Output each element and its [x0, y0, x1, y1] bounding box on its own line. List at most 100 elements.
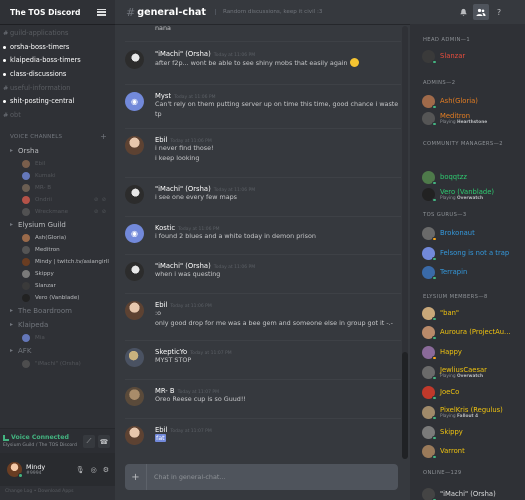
member-item[interactable]: Auroura (ProjectAu...: [422, 324, 522, 340]
avatar: [422, 385, 437, 400]
channel-6[interactable]: # obt: [0, 108, 115, 122]
scrollbar-thumb[interactable]: [402, 352, 408, 459]
channel-3[interactable]: class-discussions: [0, 67, 115, 81]
message-author[interactable]: "iMachi" (Orsha): [155, 185, 211, 193]
member-item[interactable]: boqqtzz: [422, 169, 522, 185]
voice-user[interactable]: Meditron: [0, 244, 115, 256]
voice-user[interactable]: Mia: [0, 332, 115, 344]
voice-user-name: Ash(Gloria): [35, 234, 67, 241]
avatar[interactable]: [125, 262, 144, 281]
voice-user[interactable]: Skippy: [0, 268, 115, 280]
voice-channel-4[interactable]: ▸ AFK: [0, 344, 115, 358]
disconnect-icon[interactable]: ☎: [98, 435, 110, 448]
message-author[interactable]: SkepticYo: [155, 348, 187, 356]
avatar[interactable]: [125, 348, 144, 367]
message-author[interactable]: Ebil: [155, 426, 167, 434]
plus-icon[interactable]: +: [100, 132, 107, 141]
channel-5[interactable]: shit-posting-central: [0, 94, 115, 108]
microphone-icon[interactable]: 🎙: [76, 466, 85, 474]
voice-user[interactable]: Ash(Gloria): [0, 232, 115, 244]
hamburger-menu-icon[interactable]: [97, 8, 106, 16]
voice-user[interactable]: Mindy | twitch.tv/asiangirll: [0, 256, 115, 268]
member-item[interactable]: Happy: [422, 344, 522, 360]
member-item[interactable]: PixelKris (Regulus) Playing Fallout 4: [422, 404, 522, 420]
status-icon: [432, 236, 437, 241]
voice-user[interactable]: Ondrii ⊘ ⊘: [0, 194, 115, 206]
avatar[interactable]: ◉: [125, 92, 144, 111]
message-header: "iMachi" (Orsha) Today at 11:06 PM: [155, 185, 405, 193]
help-icon[interactable]: ?: [491, 4, 507, 20]
voice-channels-category[interactable]: VOICE CHANNELS +: [0, 130, 115, 144]
member-text: Vero (Vanblade) Playing Overwatch: [440, 188, 494, 201]
message-body: nana: [155, 24, 405, 34]
hash-icon: #: [3, 28, 9, 37]
voice-channel-3[interactable]: ▸ Klaipeda: [0, 318, 115, 332]
bell-icon[interactable]: [455, 4, 471, 20]
message-header: "iMachi" (Orsha) Today at 11:06 PM: [155, 262, 405, 270]
avatar[interactable]: [125, 185, 144, 204]
avatar[interactable]: [125, 136, 144, 155]
message-text: i found 2 blues and a white today in dem…: [155, 232, 405, 242]
voice-channel-1[interactable]: ▸ Elysium Guild: [0, 218, 115, 232]
voice-user[interactable]: Wreckmane ⊘ ⊘: [0, 206, 115, 218]
channel-0[interactable]: # guild-applications: [0, 26, 115, 40]
member-item[interactable]: JoeCo: [422, 384, 522, 400]
voice-user[interactable]: "iMachi" (Orsha): [0, 358, 115, 370]
avatar[interactable]: [7, 462, 23, 478]
members-icon[interactable]: [473, 4, 489, 20]
message-line: i never find those!: [155, 144, 214, 152]
message-author[interactable]: MR- B: [155, 387, 175, 395]
footer-links[interactable]: Change Log • Download Apps: [5, 489, 74, 494]
channel-2[interactable]: klaipedia-boss-timers: [0, 53, 115, 67]
member-name: Ash(Gloria): [440, 97, 478, 105]
message-text: i never find those!: [155, 144, 405, 154]
member-item[interactable]: Skippy: [422, 424, 522, 440]
member-item[interactable]: Ash(Gloria): [422, 93, 522, 109]
member-item[interactable]: Felsong is not a trap: [422, 245, 522, 261]
message-divider: [125, 379, 401, 380]
upload-plus-icon[interactable]: +: [125, 464, 147, 490]
avatar: [422, 49, 437, 64]
member-name: "iMachi" (Orsha): [440, 490, 496, 498]
member-item[interactable]: JewliusCaesar Playing Overwatch: [422, 364, 522, 380]
channel-1[interactable]: orsha-boss-timers: [0, 40, 115, 54]
message-author[interactable]: Ebil: [155, 301, 167, 309]
member-item[interactable]: Brokonaut: [422, 225, 522, 241]
member-item[interactable]: Terrapin: [422, 264, 522, 280]
headphones-icon[interactable]: ◎: [91, 466, 97, 474]
gear-icon[interactable]: ⚙: [103, 466, 109, 474]
member-item[interactable]: Meditron Playing Hearthstone: [422, 110, 522, 126]
member-item[interactable]: Vero (Vanblade) Playing Overwatch: [422, 186, 522, 202]
voice-settings-icon[interactable]: ⟋: [83, 435, 95, 448]
avatar[interactable]: [125, 301, 144, 320]
voice-user[interactable]: Vero (Vanblade): [0, 292, 115, 304]
hash-icon: #: [126, 5, 136, 19]
channel-4[interactable]: # useful-information: [0, 81, 115, 95]
voice-channel-0[interactable]: ▸ Orsha: [0, 144, 115, 158]
voice-user[interactable]: Kumaki: [0, 170, 115, 182]
message-author[interactable]: Ebil: [155, 136, 167, 144]
message-author[interactable]: "iMachi" (Orsha): [155, 262, 211, 270]
message-author[interactable]: Myst: [155, 92, 171, 100]
server-header[interactable]: The TOS Discord: [0, 0, 115, 24]
message-body: "iMachi" (Orsha) Today at 11:06 PM when i …: [155, 262, 405, 280]
avatar[interactable]: [125, 387, 144, 406]
voice-user[interactable]: Slanzar: [0, 280, 115, 292]
message-author[interactable]: Kostic: [155, 224, 175, 232]
chat-input[interactable]: [147, 473, 398, 481]
avatar[interactable]: [125, 426, 144, 445]
avatar[interactable]: ◉: [125, 224, 144, 243]
member-item[interactable]: Slanzar: [422, 48, 522, 64]
avatar[interactable]: [125, 50, 144, 69]
message-author[interactable]: "iMachi" (Orsha): [155, 50, 211, 58]
member-item[interactable]: "ban": [422, 305, 522, 321]
voice-user[interactable]: MR- B: [0, 182, 115, 194]
member-list: HEAD ADMIN—1 Slanzar ADMINS—2 Ash(Gloria) Me…: [410, 24, 525, 500]
voice-user[interactable]: Ebil: [0, 158, 115, 170]
avatar: [22, 245, 30, 254]
member-item[interactable]: "iMachi" (Orsha): [422, 486, 522, 500]
channel-name: guild-applications: [10, 28, 69, 37]
voice-channel-2[interactable]: ▸ The Boardroom: [0, 304, 115, 318]
member-item[interactable]: Varront: [422, 443, 522, 459]
status-icon: [432, 435, 437, 440]
